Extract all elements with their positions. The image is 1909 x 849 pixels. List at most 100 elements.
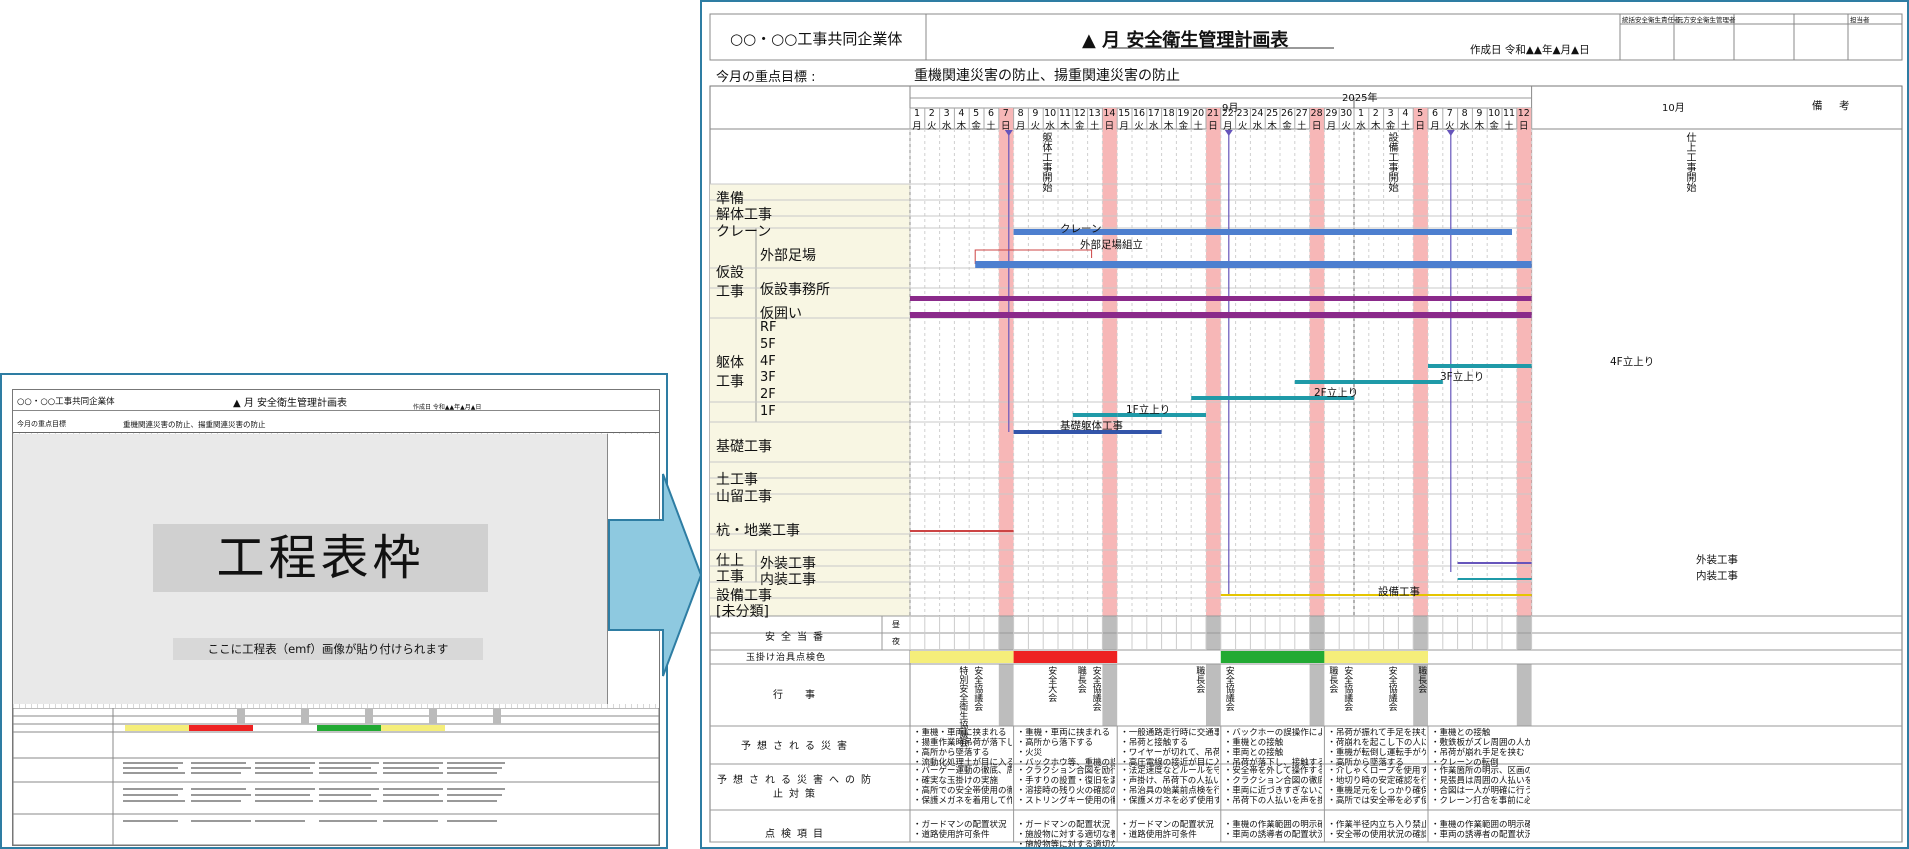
bar-naiso (1457, 578, 1532, 580)
day-weekday: 火 (1134, 121, 1144, 132)
right-arrow-icon (608, 473, 703, 677)
day-weekday: 日 (1001, 121, 1011, 132)
approver-2: 元方安全衛生管理者 (1677, 16, 1736, 24)
check-text: ・ガードマンの配置状況 ・道路使用許可条件 (1120, 820, 1214, 840)
day-weekday: 月 (1015, 121, 1026, 132)
day-weekday: 日 (1519, 121, 1529, 132)
schedule-frame-label: 工程表枠 (153, 524, 488, 592)
day-weekday: 日 (1104, 121, 1115, 132)
page-title: ▲ 月 安全衛生管理計画表 (1082, 30, 1289, 51)
template-goal-label: 今月の重点目標 (17, 420, 66, 428)
milestone-shiage: 仕上工事開始 (1684, 132, 1695, 192)
cat-kasetsu: 仮設 工事 (716, 265, 744, 300)
check-text: ・重機の作業範囲の明示確認 ・車両の誘導者の配置状況の確認 (1223, 820, 1323, 840)
day-weekday: 火 (1445, 121, 1455, 132)
event-item: 安全協議会 (972, 666, 983, 711)
prevention-text: ・クラクション合図を励行する ・手すりの設置・復旧を漏れず行う ・溶接時の残り火… (1016, 766, 1116, 806)
remarks-header: 備 考 (1812, 100, 1853, 112)
day-weekday: 木 (956, 121, 967, 132)
day-weekday: 土 (1193, 121, 1203, 132)
day-weekday: 水 (1356, 121, 1366, 132)
day-weekday: 月 (912, 121, 922, 132)
template-goal-text: 重機関連災害の防止、揚重関連災害の防止 (123, 420, 266, 429)
tamakake-week-3 (1220, 651, 1325, 663)
schedule-frame-note: ここに工程表（emf）画像が貼り付けられます (173, 638, 483, 660)
floor-3f: 3F (760, 370, 776, 385)
bar-jimusho (910, 296, 1532, 301)
day-weekday: 金 (1282, 121, 1292, 132)
safety-night-label: 夜 (892, 637, 900, 646)
template-sheet: ○○・○○工事共同企業体 ▲ 月 安全衛生管理計画表 作成日 令和▲▲年▲月▲日… (12, 389, 660, 846)
bar-1f (1072, 413, 1118, 417)
day-weekday: 水 (1252, 121, 1263, 132)
day-weekday: 水 (1045, 121, 1055, 132)
month-label-oct: 10月 (1662, 103, 1685, 114)
hazard-text: ・バックホーの誤操作による挟まれ災害 ・重機との接触 ・車両との接触 ・吊荷が落… (1223, 728, 1323, 768)
day-weekday: 土 (1297, 121, 1307, 132)
bar-label-crane: クレーン (1060, 223, 1102, 235)
cat-yamadome: 山留工事 (716, 489, 772, 505)
day-weekday: 火 (1030, 121, 1041, 132)
bar-label-3f: 3F立上り (1440, 371, 1485, 383)
hazard-text: ・重機との接触 ・敷鉄板がズレ周囲の人がケガをする ・吊荷が崩れ手足を挟む ・ク… (1431, 728, 1530, 768)
milestone-setsubi: 設備工事開始 (1386, 132, 1397, 192)
bar-kagakoi (910, 312, 1532, 318)
day-weekday: 木 (1163, 121, 1174, 132)
sunday-event-3 (1309, 664, 1325, 726)
day-weekday: 月 (1119, 121, 1129, 132)
bar-label-ashiba: 外部足場組立 (1080, 239, 1143, 251)
cat-kutai: 躯体 工事 (716, 355, 744, 390)
sunday-event-1 (1102, 664, 1118, 726)
schedule-sheet-panel: ○○・○○工事共同企業体 ▲ 月 安全衛生管理計画表 作成日 令和▲▲年▲月▲日… (700, 0, 1909, 849)
bar-label-kiso: 基礎躯体工事 (1060, 420, 1123, 432)
bar-label-setsubi: 設備工事 (1378, 586, 1420, 598)
day-weekday: 木 (1267, 121, 1277, 132)
event-item: 職長会 (1194, 666, 1205, 693)
hazard-text: ・重機・車両に挟まれる ・揚重作業時吊荷が落下しケガをする ・高所から墜落する … (913, 728, 1012, 768)
check-text: ・ガードマンの配置状況 ・道路使用許可条件 (913, 820, 1007, 840)
prevention-text: ・バーゲー運動の徹底、周囲の確認の徹底 ・確実な玉掛けの実施 ・高所での安全帯使… (913, 766, 1012, 806)
bar-3f-b (1339, 380, 1443, 384)
safety-day-label: 昼 (892, 620, 900, 629)
day-weekday: 土 (1400, 121, 1411, 132)
bar-label-gaiso: 外装工事 (1696, 554, 1738, 566)
company-name: ○○・○○工事共同企業体 (730, 30, 903, 48)
hazards-label: 予想される災害 (741, 741, 853, 752)
cat-mibunrui: [未分類] (716, 604, 769, 620)
event-item: 安全協議会 (1386, 666, 1397, 711)
bar-label-1f: 1F立上り (1126, 404, 1171, 416)
bar-4f (1428, 364, 1532, 368)
event-item: 安全協議会 (1090, 666, 1101, 711)
bar-kui (910, 530, 1014, 532)
day-weekday: 火 (1237, 121, 1248, 132)
day-weekday: 木 (1371, 121, 1381, 132)
event-item: 安全協議会 (1223, 666, 1234, 711)
day-weekday: 水 (1459, 121, 1470, 132)
sunday-event-2 (1206, 664, 1221, 726)
day-weekday: 金 (1385, 121, 1396, 132)
sunday-event-0 (998, 664, 1014, 726)
bar-label-4f: 4F立上り (1610, 356, 1655, 368)
approver-5: 担当者 (1850, 16, 1870, 24)
floor-5f: 5F (760, 337, 776, 352)
prevention-label: 予想される災害への防止対策 (717, 775, 877, 800)
approver-1: 統括安全衛生責任者 (1622, 16, 1681, 24)
check-label: 点検項目 (765, 829, 829, 840)
day-weekday: 金 (971, 121, 981, 132)
day-weekday: 木 (1060, 121, 1070, 132)
safety-duty-label: 安全当番 (765, 632, 829, 643)
day-weekday: 日 (1415, 121, 1425, 132)
check-text: ・作業半径内立ち入り禁止措置の確認 ・安全帯の使用状況の確認 (1327, 820, 1426, 840)
goal-label: 今月の重点目標 : (716, 70, 816, 85)
day-weekday: 木 (1474, 121, 1485, 132)
goal-text: 重機関連災害の防止、揚重関連災害の防止 (914, 68, 1180, 84)
year-label: 2025年 (1342, 93, 1378, 104)
template-preview-panel: ○○・○○工事共同企業体 ▲ 月 安全衛生管理計画表 作成日 令和▲▲年▲月▲日… (0, 373, 668, 849)
day-weekday: 土 (986, 121, 996, 132)
floor-2f: 2F (760, 387, 776, 402)
cat-kui: 杭・地業工事 (716, 523, 800, 539)
event-item: 職長会 (1075, 666, 1086, 693)
tamakake-week-0 (910, 651, 1014, 663)
prevention-text: ・安全帯を外して操作する ・クラクション合図の徹底 ・車両に近づきすぎないこと、… (1223, 766, 1323, 806)
bar-gaiso (1457, 562, 1532, 564)
